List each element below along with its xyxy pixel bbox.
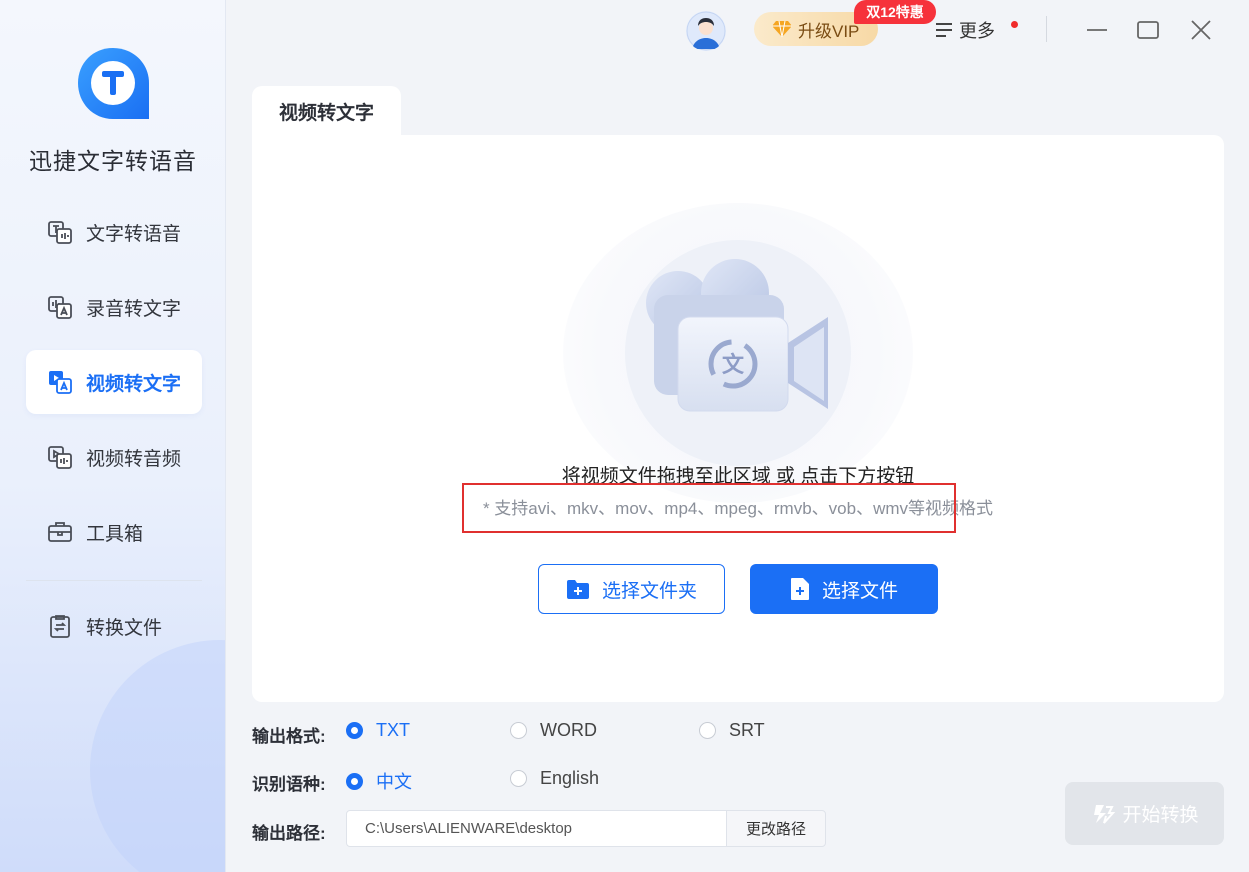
sidebar-nav-bottom: 转换文件 bbox=[26, 594, 202, 669]
sidebar-item-label: 视频转文字 bbox=[86, 373, 182, 395]
convert-icon bbox=[1090, 801, 1116, 827]
vip-label: 升级VIP bbox=[798, 21, 860, 41]
sidebar-nav: 文字转语音 录音转文字 视频转文字 视频转音频 工具箱 bbox=[26, 200, 202, 575]
folder-add-icon bbox=[566, 578, 590, 600]
file-add-icon bbox=[790, 577, 810, 601]
app-name: 迅捷文字转语音 bbox=[29, 148, 197, 174]
radio-format-txt[interactable]: TXT bbox=[346, 720, 410, 741]
language-label: 识别语种: bbox=[252, 775, 326, 794]
radio-label: English bbox=[540, 768, 600, 788]
radio-dot bbox=[346, 722, 363, 739]
topbar-separator bbox=[1046, 16, 1047, 42]
radio-format-word[interactable]: WORD bbox=[510, 720, 597, 741]
close-icon[interactable] bbox=[1189, 18, 1213, 42]
text-to-speech-icon bbox=[46, 218, 74, 246]
tab-video-to-text[interactable]: 视频转文字 bbox=[252, 86, 401, 136]
sidebar-item-label: 录音转文字 bbox=[86, 298, 182, 320]
user-avatar[interactable] bbox=[686, 11, 726, 51]
sidebar-item-video-to-audio[interactable]: 视频转音频 bbox=[26, 425, 202, 489]
converted-files-icon bbox=[46, 612, 74, 640]
audio-to-text-icon bbox=[46, 293, 74, 321]
svg-text:文: 文 bbox=[722, 352, 745, 378]
select-file-button[interactable]: 选择文件 bbox=[750, 564, 938, 614]
radio-dot bbox=[510, 770, 527, 787]
radio-format-srt[interactable]: SRT bbox=[699, 720, 765, 741]
video-camera-icon: 文 bbox=[646, 259, 828, 412]
start-convert-button[interactable]: 开始转换 bbox=[1065, 782, 1224, 845]
output-path-field[interactable]: C:\Users\ALIENWARE\desktop bbox=[346, 810, 727, 847]
change-path-button[interactable]: 更改路径 bbox=[726, 810, 826, 847]
maximize-icon[interactable] bbox=[1136, 18, 1160, 42]
video-to-audio-icon bbox=[46, 443, 74, 471]
sidebar-item-audio-to-text[interactable]: 录音转文字 bbox=[26, 275, 202, 339]
radio-dot bbox=[346, 772, 363, 790]
sidebar-item-converted-files[interactable]: 转换文件 bbox=[26, 594, 202, 658]
radio-language-chinese[interactable]: 中文 bbox=[346, 768, 412, 794]
sidebar-decoration bbox=[90, 640, 225, 872]
radio-label: 中文 bbox=[376, 772, 412, 792]
output-format-label: 输出格式: bbox=[252, 727, 326, 746]
app-logo-icon bbox=[78, 48, 149, 119]
highlight-box bbox=[462, 483, 956, 533]
more-menu-button[interactable]: 更多 bbox=[934, 17, 995, 43]
radio-label: WORD bbox=[540, 720, 597, 740]
diamond-icon bbox=[772, 20, 792, 38]
radio-language-english[interactable]: English bbox=[510, 768, 599, 789]
user-avatar-icon bbox=[686, 11, 726, 51]
sidebar-item-label: 文字转语音 bbox=[86, 223, 182, 245]
minimize-icon[interactable] bbox=[1085, 18, 1109, 42]
radio-label: TXT bbox=[376, 720, 410, 740]
start-convert-label: 开始转换 bbox=[1122, 805, 1199, 826]
more-label: 更多 bbox=[959, 21, 995, 41]
sidebar-divider bbox=[26, 580, 202, 581]
notification-dot bbox=[1011, 21, 1018, 28]
select-folder-button[interactable]: 选择文件夹 bbox=[538, 564, 725, 614]
video-to-text-icon bbox=[46, 368, 74, 396]
output-path-label: 输出路径: bbox=[252, 824, 326, 843]
promo-badge: 双12特惠 bbox=[854, 0, 936, 24]
radio-dot bbox=[699, 722, 716, 739]
sidebar-item-text-to-speech[interactable]: 文字转语音 bbox=[26, 200, 202, 264]
sidebar: 迅捷文字转语音 文字转语音 录音转文字 视频转文字 视频转音频 工具箱 转换文件 bbox=[0, 0, 226, 872]
radio-dot bbox=[510, 722, 527, 739]
select-file-label: 选择文件 bbox=[821, 580, 898, 602]
sidebar-item-video-to-text[interactable]: 视频转文字 bbox=[26, 350, 202, 414]
sidebar-item-label: 转换文件 bbox=[86, 617, 163, 639]
menu-icon bbox=[936, 23, 952, 37]
sidebar-item-label: 工具箱 bbox=[86, 523, 144, 545]
select-folder-label: 选择文件夹 bbox=[601, 580, 697, 602]
sidebar-item-toolbox[interactable]: 工具箱 bbox=[26, 500, 202, 564]
toolbox-icon bbox=[46, 518, 74, 546]
sidebar-item-label: 视频转音频 bbox=[86, 448, 182, 470]
radio-label: SRT bbox=[729, 720, 765, 740]
